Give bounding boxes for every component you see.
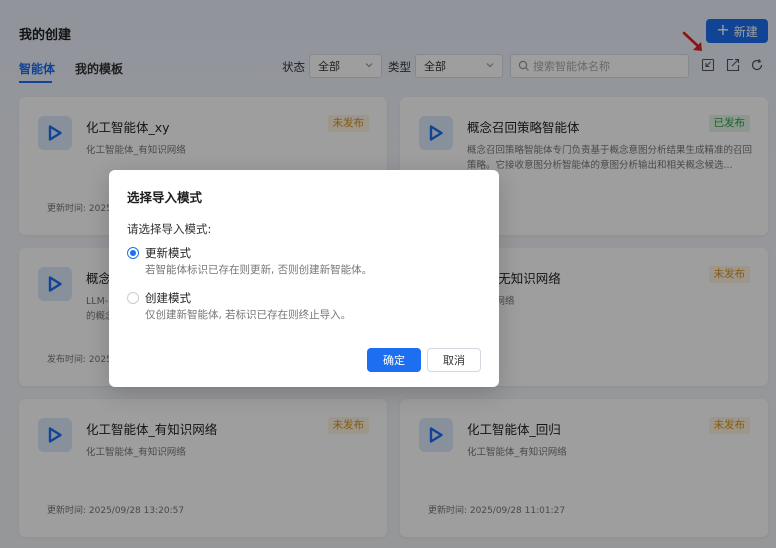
confirm-button[interactable]: 确定 — [367, 348, 421, 372]
update-mode-radio[interactable] — [127, 247, 139, 259]
import-mode-dialog: 选择导入模式 请选择导入模式: 更新模式 若智能体标识已存在则更新, 否则创建新… — [109, 170, 499, 387]
create-mode-label[interactable]: 创建模式 — [145, 290, 191, 306]
update-mode-label[interactable]: 更新模式 — [145, 245, 191, 261]
create-mode-desc: 仅创建新智能体, 若标识已存在则终止导入。 — [145, 309, 352, 321]
cancel-button[interactable]: 取消 — [427, 348, 481, 372]
update-mode-desc: 若智能体标识已存在则更新, 否则创建新智能体。 — [145, 264, 373, 276]
dialog-prompt: 请选择导入模式: — [127, 222, 212, 236]
create-mode-radio[interactable] — [127, 292, 139, 304]
dialog-title: 选择导入模式 — [127, 190, 203, 205]
